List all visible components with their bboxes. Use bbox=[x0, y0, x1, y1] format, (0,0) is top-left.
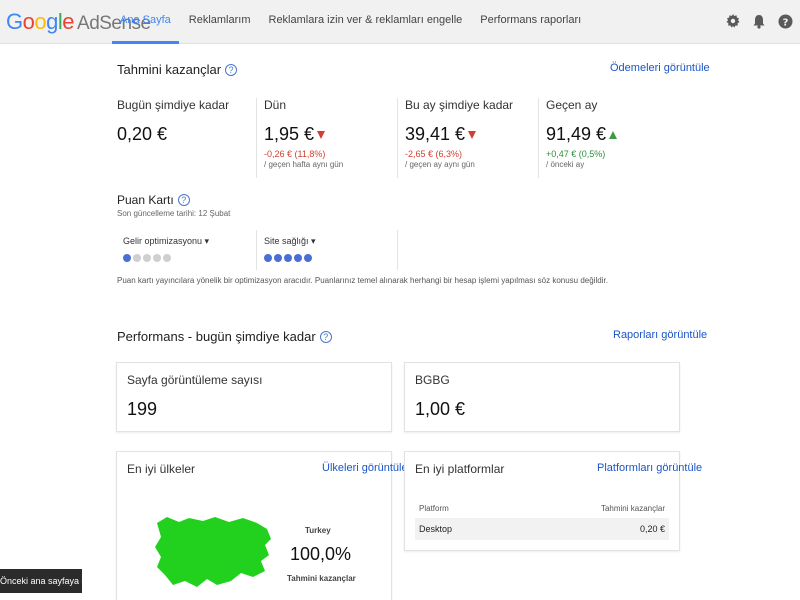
view-payments-link[interactable]: Ödemeleri görüntüle bbox=[610, 62, 710, 74]
performance-section-title: Performans - bugün şimdiye kadar? bbox=[117, 329, 332, 344]
table-row[interactable]: Desktop 0,20 € bbox=[415, 518, 669, 540]
main-nav: Ana Sayfa Reklamlarım Reklamlara izin ve… bbox=[112, 0, 591, 44]
tab-allow-block-ads[interactable]: Reklamlara izin ver & reklamları engelle bbox=[261, 0, 471, 44]
divider bbox=[256, 98, 257, 178]
scorecard-site-health[interactable]: Site sağlığı ▾ bbox=[264, 236, 316, 247]
country-share: 100,0% bbox=[290, 544, 352, 564]
rating-dot-filled bbox=[284, 254, 292, 262]
revenue-optimization-rating bbox=[123, 254, 173, 262]
site-health-rating bbox=[264, 254, 314, 262]
logo-letter: o bbox=[22, 9, 35, 34]
scorecard-item-label: Gelir optimizasyonu bbox=[123, 236, 203, 246]
rating-dot-filled bbox=[304, 254, 312, 262]
country-metric-label: Tahmini kazançlar bbox=[287, 574, 356, 583]
earnings-label: Bugün şimdiye kadar bbox=[117, 98, 230, 112]
rating-dot-filled bbox=[264, 254, 272, 262]
rating-dot-filled bbox=[294, 254, 302, 262]
table-header: Platform Tahmini kazançlar bbox=[415, 504, 669, 518]
caret-down-icon: ▾ bbox=[204, 236, 210, 246]
earnings-value-row: 91,49 € bbox=[546, 124, 686, 145]
scorecard-revenue-optimization[interactable]: Gelir optimizasyonu ▾ bbox=[123, 236, 209, 247]
logo-letter: g bbox=[46, 9, 58, 34]
view-reports-link[interactable]: Raporları görüntüle bbox=[613, 329, 707, 341]
scorecard-item-label: Site sağlığı bbox=[264, 236, 309, 246]
earnings-today: Bugün şimdiye kadar 0,20 € bbox=[117, 98, 257, 145]
tab-my-ads[interactable]: Reklamlarım bbox=[181, 0, 259, 44]
view-platforms-link[interactable]: Platformları görüntüle bbox=[597, 462, 702, 474]
arrow-up-icon bbox=[609, 131, 618, 139]
bell-icon[interactable] bbox=[748, 10, 770, 32]
earnings-compare: / geçen ay aynı gün bbox=[405, 160, 475, 169]
rating-dot-filled bbox=[274, 254, 282, 262]
earnings-change: -2,65 € (6,3%) bbox=[405, 149, 463, 159]
pageviews-card: Sayfa görüntüleme sayısı 199 bbox=[116, 362, 392, 432]
earnings-label: Geçen ay bbox=[546, 98, 598, 112]
column-header-earnings: Tahmini kazançlar bbox=[600, 504, 665, 513]
earnings-value: 39,41 € bbox=[405, 124, 466, 144]
question-icon[interactable]: ? bbox=[319, 331, 332, 343]
earnings-compare: / önceki ay bbox=[546, 160, 585, 169]
rating-dot-empty bbox=[153, 254, 161, 262]
rating-dot-filled bbox=[123, 254, 131, 262]
card-title: En iyi platformlar bbox=[415, 462, 505, 476]
earnings-label: Dün bbox=[264, 98, 287, 112]
divider bbox=[397, 98, 398, 178]
card-title: Sayfa görüntüleme sayısı bbox=[127, 373, 263, 387]
column-header-platform: Platform bbox=[419, 504, 449, 513]
earnings-change: +0,47 € (0,5%) bbox=[546, 149, 606, 159]
arrow-down-icon bbox=[317, 131, 326, 139]
earnings-this-month: Bu ay şimdiye kadar 39,41 € -2,65 € (6,3… bbox=[405, 98, 545, 169]
rating-dot-empty bbox=[163, 254, 171, 262]
earnings-compare: / geçen hafta aynı gün bbox=[264, 160, 344, 169]
scorecard-title-text: Puan Kartı bbox=[117, 193, 174, 207]
logo-letter: e bbox=[62, 9, 75, 34]
arrow-down-icon bbox=[468, 131, 477, 139]
scorecard-note: Puan kartı yayıncılara yönelik bir optim… bbox=[117, 276, 608, 285]
card-value: 199 bbox=[127, 399, 158, 419]
top-countries-card: En iyi ülkeler Ülkeleri görüntüle Turkey… bbox=[116, 451, 408, 600]
rating-dot-empty bbox=[143, 254, 151, 262]
view-countries-link[interactable]: Ülkeleri görüntüle bbox=[322, 462, 408, 474]
earnings-last-month: Geçen ay 91,49 € +0,47 € (0,5%) / önceki… bbox=[546, 98, 686, 169]
back-to-old-home-button[interactable]: Önceki ana sayfaya dön bbox=[0, 569, 97, 593]
country-map[interactable] bbox=[153, 515, 275, 591]
divider bbox=[256, 230, 257, 270]
card-value: 1,00 € bbox=[415, 399, 466, 419]
gear-icon[interactable] bbox=[722, 10, 744, 32]
platform-name: Desktop bbox=[419, 524, 453, 534]
card-title: En iyi ülkeler bbox=[127, 462, 196, 476]
logo-letter: G bbox=[6, 9, 23, 34]
rpm-card: BGBG 1,00 € bbox=[404, 362, 680, 432]
country-name: Turkey bbox=[305, 526, 331, 535]
earnings-yesterday: Dün 1,95 € -0,26 € (11,8%) / geçen hafta… bbox=[264, 98, 404, 169]
earnings-value: 0,20 € bbox=[117, 124, 168, 144]
top-platforms-card: En iyi platformlar Platformları görüntül… bbox=[404, 451, 702, 551]
question-icon[interactable]: ? bbox=[177, 194, 190, 206]
card-title: BGBG bbox=[415, 373, 450, 387]
earnings-change: -0,26 € (11,8%) bbox=[264, 149, 326, 159]
earnings-value: 1,95 € bbox=[264, 124, 315, 144]
divider bbox=[397, 230, 398, 270]
performance-title-text: Performans - bugün şimdiye kadar bbox=[117, 329, 316, 344]
rating-dot-empty bbox=[133, 254, 141, 262]
earnings-title-text: Tahmini kazançlar bbox=[117, 62, 222, 77]
scorecard-updated: Son güncelleme tarihi: 12 Şubat bbox=[117, 209, 231, 218]
tab-home[interactable]: Ana Sayfa bbox=[112, 0, 179, 44]
earnings-label: Bu ay şimdiye kadar bbox=[405, 98, 514, 112]
logo-letter: o bbox=[34, 9, 47, 34]
earnings-section-title: Tahmini kazançlar? bbox=[117, 62, 238, 77]
earnings-value-row: 1,95 € bbox=[264, 124, 404, 145]
turkey-map-shape[interactable] bbox=[155, 517, 271, 587]
top-bar: Google AdSense Ana Sayfa Reklamlarım Rekl… bbox=[0, 0, 800, 44]
question-icon[interactable]: ? bbox=[225, 64, 238, 76]
earnings-value-row: 39,41 € bbox=[405, 124, 545, 145]
earnings-value: 91,49 € bbox=[546, 124, 607, 144]
divider bbox=[538, 98, 539, 178]
scorecard-title: Puan Kartı? bbox=[117, 193, 190, 207]
svg-text:?: ? bbox=[782, 17, 788, 28]
platform-earnings: 0,20 € bbox=[639, 524, 665, 534]
caret-down-icon: ▾ bbox=[311, 236, 316, 246]
help-circle-icon[interactable]: ? bbox=[774, 10, 796, 32]
tab-performance-reports[interactable]: Performans raporları bbox=[472, 0, 589, 44]
